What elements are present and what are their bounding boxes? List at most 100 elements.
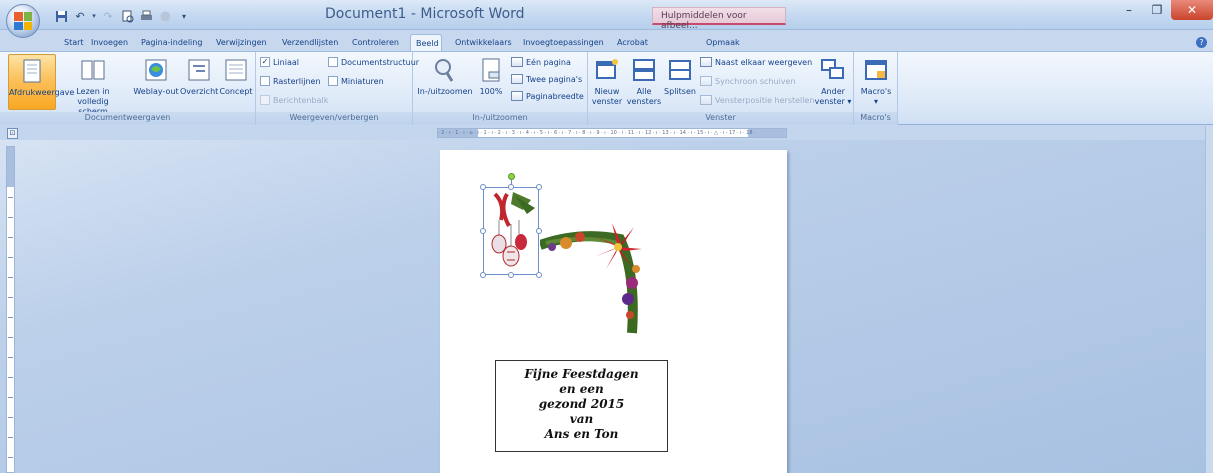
vensterpositie-herstellen-button: Vensterpositie herstellen [700, 93, 815, 107]
greeting-line-5: Ans en Ton [544, 427, 619, 441]
alle-label-2: vensters [626, 97, 662, 106]
zoom-100-icon [478, 57, 504, 83]
vruler-tick [8, 337, 13, 338]
resize-handle-top-left[interactable] [480, 184, 486, 190]
switch-windows-icon [820, 57, 846, 83]
tab-start[interactable]: Start [64, 34, 84, 52]
split-icon [667, 57, 693, 83]
rasterlijnen-label: Rasterlijnen [273, 76, 321, 86]
office-button[interactable] [6, 4, 40, 38]
greeting-line-3: gezond 2015 [538, 397, 625, 411]
tab-verwijzingen[interactable]: Verwijzingen [216, 34, 267, 52]
miniaturen-checkbox[interactable]: Miniaturen [328, 74, 384, 88]
group-label-weergeven: Weergeven/verbergen [256, 112, 412, 125]
ruler-toggle-icon[interactable]: ⊡ [7, 128, 18, 139]
undo-dropdown-icon[interactable]: ▾ [91, 8, 97, 24]
resize-handle-top[interactable] [508, 184, 514, 190]
vruler-tick [8, 217, 13, 218]
greeting-line-4: van [569, 412, 594, 426]
ander-venster-button[interactable]: Ander venster ▾ [814, 54, 852, 110]
office-logo-icon [14, 12, 32, 30]
help-icon[interactable]: ? [1196, 37, 1207, 48]
tab-beeld[interactable]: Beeld [410, 34, 442, 52]
ruler-numbers: · 2 · ı · 1 · ı · ⌂ · ı · 1 · ı · 2 · ı … [438, 130, 756, 136]
ribbon: Afdrukweergave Lezen in volledig scherm … [0, 51, 1213, 125]
nieuw-label-1: Nieuw [594, 87, 620, 96]
tab-opmaak[interactable]: Opmaak [706, 34, 740, 52]
twee-paginas-label: Twee pagina's [526, 74, 583, 84]
weblay-out-button[interactable]: Weblay-out [132, 54, 180, 110]
tab-invoegtoepassingen[interactable]: Invoegtoepassingen [523, 34, 604, 52]
alle-vensters-button[interactable]: Alle vensters [626, 54, 662, 110]
resize-handle-bottom-left[interactable] [480, 272, 486, 278]
tab-invoegen[interactable]: Invoegen [91, 34, 128, 52]
close-button[interactable]: ✕ [1171, 0, 1213, 20]
tab-controleren[interactable]: Controleren [352, 34, 399, 52]
documentstructuur-checkbox[interactable]: Documentstructuur [328, 55, 419, 69]
naast-elkaar-label: Naast elkaar weergeven [715, 57, 813, 67]
berichtenbalk-checkbox: Berichtenbalk [260, 93, 328, 107]
save-icon[interactable] [53, 8, 69, 24]
group-zoom: In-/uitzoomen 100% Eén pagina Twee pagin… [413, 52, 588, 125]
overzicht-button[interactable]: Overzicht [180, 54, 218, 110]
tab-verzendlijsten[interactable]: Verzendlijsten [282, 34, 338, 52]
concept-label: Concept [219, 87, 253, 96]
macros-icon [863, 57, 889, 83]
lezen-in-volledig-scherm-button[interactable]: Lezen in volledig scherm [62, 54, 124, 116]
twee-paginas-button[interactable]: Twee pagina's [511, 72, 582, 86]
sync-scroll-icon [700, 76, 712, 86]
splitsen-button[interactable]: Splitsen [664, 54, 696, 110]
horizontal-ruler[interactable]: · 2 · ı · 1 · ı · ⌂ · ı · 1 · ı · 2 · ı … [437, 128, 787, 138]
documentstructuur-box [328, 57, 338, 67]
resize-handle-top-right[interactable] [536, 184, 542, 190]
group-label-documentweergaven: Documentweergaven [0, 112, 255, 125]
tab-ontwikkelaars[interactable]: Ontwikkelaars [455, 34, 512, 52]
berichtenbalk-label: Berichtenbalk [273, 95, 329, 105]
greeting-line-1: Fijne Feestdagen [524, 367, 639, 381]
naast-elkaar-button[interactable]: Naast elkaar weergeven [700, 55, 812, 69]
vruler-tick [8, 377, 13, 378]
vruler-tick [8, 297, 13, 298]
een-pagina-label: Eén pagina [526, 57, 571, 67]
redo-icon[interactable]: ↷ [100, 8, 116, 24]
rotation-handle[interactable] [508, 173, 515, 180]
quick-access-toolbar: ↶ ▾ ↷ ▾ [44, 7, 192, 25]
draft-icon [223, 57, 249, 83]
paginabreedte-button[interactable]: Paginabreedte [511, 89, 584, 103]
customize-qat-icon[interactable]: ▾ [176, 8, 192, 24]
een-pagina-button[interactable]: Eén pagina [511, 55, 571, 69]
rasterlijnen-checkbox[interactable]: Rasterlijnen [260, 74, 321, 88]
undo-icon[interactable]: ↶ [72, 8, 88, 24]
group-label-macros: Macro's [854, 112, 897, 125]
full-screen-reading-icon [80, 57, 106, 83]
tab-acrobat[interactable]: Acrobat [617, 34, 648, 52]
concept-button[interactable]: Concept [218, 54, 254, 110]
in-uitzoomen-button[interactable]: In-/uitzoomen [415, 54, 475, 110]
spelling-icon[interactable] [157, 8, 173, 24]
macros-dropdown-icon: ▾ [873, 97, 878, 106]
liniaal-checkbox[interactable]: ✓ Liniaal [260, 55, 299, 69]
afdrukweergave-label: Afdrukweergave [9, 88, 75, 97]
zoom-100-button[interactable]: 100% [477, 54, 505, 110]
vertical-ruler[interactable] [6, 146, 15, 473]
group-venster: Nieuw venster Alle vensters Splitsen Naa… [588, 52, 854, 125]
nieuw-venster-button[interactable]: Nieuw venster [590, 54, 624, 110]
maximize-button[interactable]: ❐ [1143, 0, 1171, 20]
afdrukweergave-button[interactable]: Afdrukweergave [8, 54, 75, 110]
vensterpositie-label: Vensterpositie herstellen [715, 95, 815, 105]
new-window-icon [594, 57, 620, 83]
tab-pagina-indeling[interactable]: Pagina-indeling [141, 34, 202, 52]
greeting-text-box[interactable]: Fijne Feestdagen en een gezond 2015 van … [495, 360, 668, 452]
vertical-scrollbar[interactable] [1205, 126, 1213, 473]
vruler-tick [8, 277, 13, 278]
print-icon[interactable] [138, 8, 154, 24]
group-label-venster: Venster [588, 112, 853, 125]
resize-handle-bottom[interactable] [508, 272, 514, 278]
minimize-button[interactable]: – [1115, 0, 1143, 20]
poinsettia-garland-image[interactable] [540, 213, 650, 337]
vruler-tick [8, 197, 13, 198]
group-weergeven-verbergen: ✓ Liniaal Rasterlijnen Berichtenbalk Doc… [256, 52, 419, 125]
macros-button[interactable]: Macro's ▾ [857, 54, 895, 110]
resize-handle-left[interactable] [480, 228, 486, 234]
print-preview-icon[interactable] [119, 8, 135, 24]
